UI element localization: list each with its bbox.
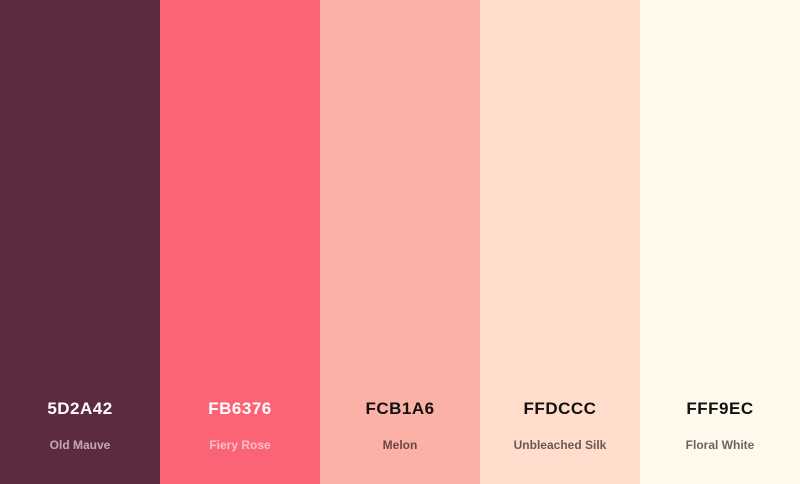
- color-palette: 5D2A42 Old Mauve FB6376 Fiery Rose FCB1A…: [0, 0, 800, 484]
- swatch-hex-code: FFF9EC: [686, 399, 754, 418]
- swatch-color-name: Floral White: [685, 438, 755, 452]
- swatch-hex-code: FFDCCC: [523, 399, 597, 418]
- color-swatch[interactable]: 5D2A42 Old Mauve: [0, 0, 160, 484]
- color-swatch[interactable]: FFDCCC Unbleached Silk: [480, 0, 640, 484]
- color-swatch[interactable]: FFF9EC Floral White: [640, 0, 800, 484]
- swatch-color-name: Unbleached Silk: [513, 438, 607, 452]
- color-swatch[interactable]: FCB1A6 Melon: [320, 0, 480, 484]
- swatch-hex-code: 5D2A42: [47, 399, 113, 418]
- swatch-color-name: Old Mauve: [49, 438, 111, 452]
- color-swatch[interactable]: FB6376 Fiery Rose: [160, 0, 320, 484]
- swatch-hex-code: FCB1A6: [365, 399, 435, 418]
- swatch-color-name: Fiery Rose: [209, 438, 271, 452]
- swatch-color-name: Melon: [382, 438, 418, 452]
- swatch-hex-code: FB6376: [208, 399, 272, 418]
